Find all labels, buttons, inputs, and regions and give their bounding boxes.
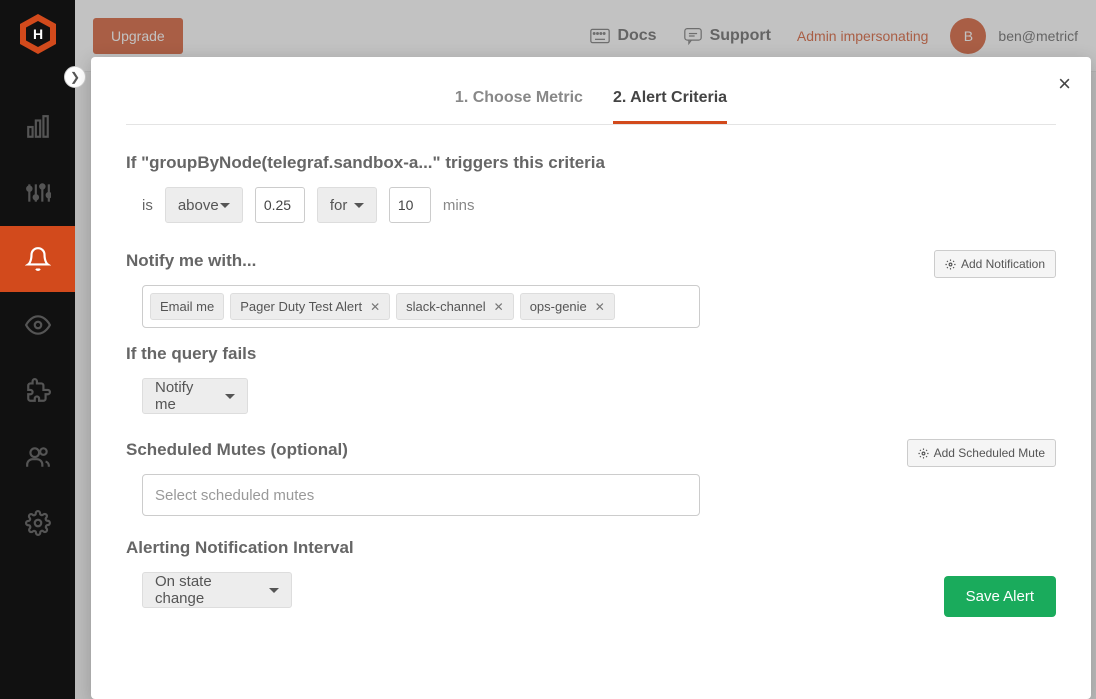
- gear-mini-icon: [918, 448, 929, 459]
- tab-alert-criteria[interactable]: 2. Alert Criteria: [613, 89, 727, 124]
- sidebar-item-dashboards[interactable]: [0, 94, 75, 160]
- sidebar-item-settings[interactable]: [0, 490, 75, 556]
- query-fails-select[interactable]: Notify me: [142, 378, 248, 414]
- close-icon: ×: [1058, 71, 1071, 96]
- tag-remove-icon[interactable]: ✕: [370, 300, 380, 314]
- puzzle-icon: [25, 378, 51, 404]
- sidebar-item-alerts[interactable]: [0, 226, 75, 292]
- notification-tag[interactable]: ops-genie ✕: [520, 293, 615, 320]
- criteria-title: If "groupByNode(telegraf.sandbox-a..." t…: [126, 153, 1056, 173]
- tag-remove-icon[interactable]: ✕: [595, 300, 605, 314]
- close-button[interactable]: ×: [1058, 71, 1071, 97]
- add-notification-label: Add Notification: [961, 257, 1045, 271]
- eye-icon: [25, 312, 51, 338]
- gear-mini-icon: [945, 259, 956, 270]
- sidebar-item-metrics[interactable]: [0, 160, 75, 226]
- sidebar: H: [0, 0, 75, 699]
- scheduled-mutes-input[interactable]: [142, 474, 700, 516]
- threshold-input[interactable]: [255, 187, 305, 223]
- add-scheduled-mute-button[interactable]: Add Scheduled Mute: [907, 439, 1056, 467]
- notification-tags[interactable]: Email me ✕ Pager Duty Test Alert ✕ slack…: [142, 285, 700, 328]
- duration-input[interactable]: [389, 187, 431, 223]
- notification-tag[interactable]: Pager Duty Test Alert ✕: [230, 293, 390, 320]
- notify-title: Notify me with...: [126, 251, 256, 271]
- alert-criteria-modal: × 1. Choose Metric 2. Alert Criteria If …: [91, 57, 1091, 699]
- query-fails-title: If the query fails: [126, 344, 1056, 364]
- modal-tabs: 1. Choose Metric 2. Alert Criteria: [126, 57, 1056, 125]
- add-scheduled-mute-label: Add Scheduled Mute: [934, 446, 1045, 460]
- svg-text:H: H: [32, 26, 42, 42]
- tag-label: slack-channel: [406, 299, 486, 314]
- chevron-right-icon: ❯: [70, 70, 80, 84]
- sidebar-item-integrations[interactable]: [0, 358, 75, 424]
- for-select[interactable]: for: [317, 187, 377, 223]
- sidebar-toggle[interactable]: ❯: [64, 66, 86, 88]
- gear-icon: [25, 510, 51, 536]
- users-icon: [25, 444, 51, 470]
- tag-label: Email me: [160, 299, 214, 314]
- is-label: is: [142, 197, 153, 214]
- tag-remove-icon[interactable]: ✕: [494, 300, 504, 314]
- notification-tag[interactable]: Email me ✕: [150, 293, 224, 320]
- mutes-title: Scheduled Mutes (optional): [126, 440, 348, 460]
- tag-label: Pager Duty Test Alert: [240, 299, 362, 314]
- save-alert-button[interactable]: Save Alert: [944, 576, 1056, 617]
- add-notification-button[interactable]: Add Notification: [934, 250, 1056, 278]
- interval-select[interactable]: On state change: [142, 572, 292, 608]
- notification-tag[interactable]: slack-channel ✕: [396, 293, 514, 320]
- sidebar-item-users[interactable]: [0, 424, 75, 490]
- bar-chart-icon: [25, 114, 51, 140]
- sliders-icon: [25, 180, 51, 206]
- mins-label: mins: [443, 197, 475, 214]
- tag-label: ops-genie: [530, 299, 587, 314]
- app-logo: H: [16, 12, 60, 56]
- criteria-row: is above for mins: [126, 187, 1056, 223]
- bell-icon: [25, 246, 51, 272]
- interval-title: Alerting Notification Interval: [126, 538, 1056, 558]
- condition-select[interactable]: above: [165, 187, 243, 223]
- tab-choose-metric[interactable]: 1. Choose Metric: [455, 89, 583, 124]
- sidebar-item-monitoring[interactable]: [0, 292, 75, 358]
